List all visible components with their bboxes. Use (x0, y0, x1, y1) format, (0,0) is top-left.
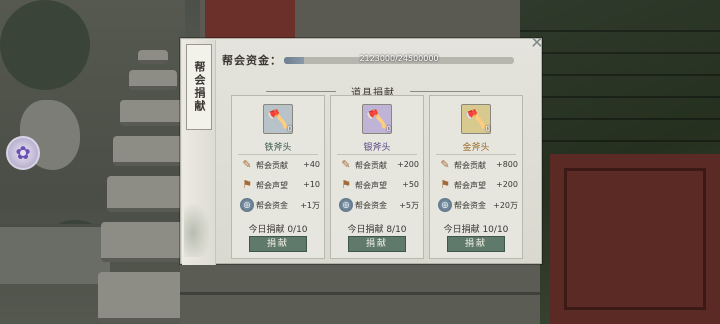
reward-row: ⚑ 帮会声望 +200 (436, 178, 518, 194)
contribution-icon: ✎ (341, 158, 351, 171)
donate-button[interactable]: 捐献 (348, 236, 406, 252)
reward-row: ✎ 帮会贡献 +800 (436, 158, 518, 174)
reward-label: 帮会声望 (454, 181, 486, 190)
coin-icon: ◎ (339, 198, 353, 212)
donate-button[interactable]: 捐献 (249, 236, 307, 252)
reward-value: +800 (496, 160, 518, 169)
reward-label: 帮会贡献 (256, 161, 288, 170)
reward-row: ◎ 帮会资金 +1万 (238, 198, 320, 214)
reward-label: 帮会声望 (256, 181, 288, 190)
coin-icon: ◎ (240, 198, 254, 212)
guild-funds-label: 帮会资金： (222, 54, 282, 67)
reward-row: ◎ 帮会资金 +5万 (337, 198, 419, 214)
background-courtyard (180, 262, 540, 324)
donation-card: 🪓 0 银斧头 ✎ 帮会贡献 +200 ⚑ 帮会声望 +50 ◎ 帮会资金 +5… (330, 95, 424, 259)
reward-value: +50 (402, 180, 419, 189)
background-red-building (550, 154, 720, 324)
reward-label: 帮会资金 (454, 201, 486, 210)
item-count: 0 (485, 125, 490, 133)
reward-row: ⚑ 帮会声望 +50 (337, 178, 419, 194)
item-name: 金斧头 (462, 143, 490, 153)
pinwheel-icon[interactable]: ✿ (6, 136, 40, 170)
prestige-icon: ⚑ (440, 178, 450, 191)
axe-head-icon[interactable]: 🪓 0 (263, 104, 293, 134)
reward-value: +1万 (300, 201, 320, 210)
tab-label: 帮会捐献 (193, 61, 206, 113)
side-tab-bar: 帮会捐献 (182, 40, 216, 265)
daily-donation-count: 今日捐献 8/10 (347, 225, 407, 235)
reward-label: 帮会资金 (355, 201, 387, 210)
background-red-wall (205, 0, 295, 38)
reward-row: ⚑ 帮会声望 +10 (238, 178, 320, 194)
donate-button[interactable]: 捐献 (447, 236, 505, 252)
item-count: 0 (287, 125, 292, 133)
close-icon[interactable]: ✕ (530, 35, 544, 51)
contribution-icon: ✎ (242, 158, 252, 171)
reward-label: 帮会资金 (256, 201, 288, 210)
item-name: 银斧头 (363, 143, 391, 153)
background-tree (0, 0, 90, 90)
tab-guild-donation[interactable]: 帮会捐献 (186, 44, 212, 130)
donation-card: 🪓 0 铁斧头 ✎ 帮会贡献 +40 ⚑ 帮会声望 +10 ◎ 帮会资金 +1万… (231, 95, 325, 259)
background-wall (0, 224, 110, 284)
prestige-icon: ⚑ (242, 178, 252, 191)
leaf-decoration (184, 197, 214, 257)
item-count: 0 (386, 125, 391, 133)
background-roof (520, 0, 720, 324)
reward-label: 帮会贡献 (355, 161, 387, 170)
reward-value: +5万 (399, 201, 419, 210)
axe-head-icon[interactable]: 🪓 0 (461, 104, 491, 134)
reward-row: ✎ 帮会贡献 +200 (337, 158, 419, 174)
reward-value: +200 (496, 180, 518, 189)
daily-donation-count: 今日捐献 10/10 (443, 225, 509, 235)
donation-card: 🪓 0 金斧头 ✎ 帮会贡献 +800 ⚑ 帮会声望 +200 ◎ 帮会资金 +… (429, 95, 523, 259)
reward-value: +10 (303, 180, 320, 189)
guild-funds-value: 2123000/24500000 (359, 54, 439, 63)
axe-head-icon[interactable]: 🪓 0 (362, 104, 392, 134)
reward-value: +40 (303, 160, 320, 169)
coin-icon: ◎ (438, 198, 452, 212)
item-name: 铁斧头 (264, 143, 292, 153)
reward-value: +200 (397, 160, 419, 169)
contribution-icon: ✎ (440, 158, 450, 171)
reward-label: 帮会声望 (355, 181, 387, 190)
reward-label: 帮会贡献 (454, 161, 486, 170)
reward-row: ◎ 帮会资金 +20万 (436, 198, 518, 214)
daily-donation-count: 今日捐献 0/10 (248, 225, 308, 235)
prestige-icon: ⚑ (341, 178, 351, 191)
reward-row: ✎ 帮会贡献 +40 (238, 158, 320, 174)
reward-value: +20万 (493, 201, 518, 210)
game-scene: ✿ 帮会捐献 ✕ 帮会资金： 2123000/24500000 道具捐献 🪓 0… (0, 0, 720, 324)
